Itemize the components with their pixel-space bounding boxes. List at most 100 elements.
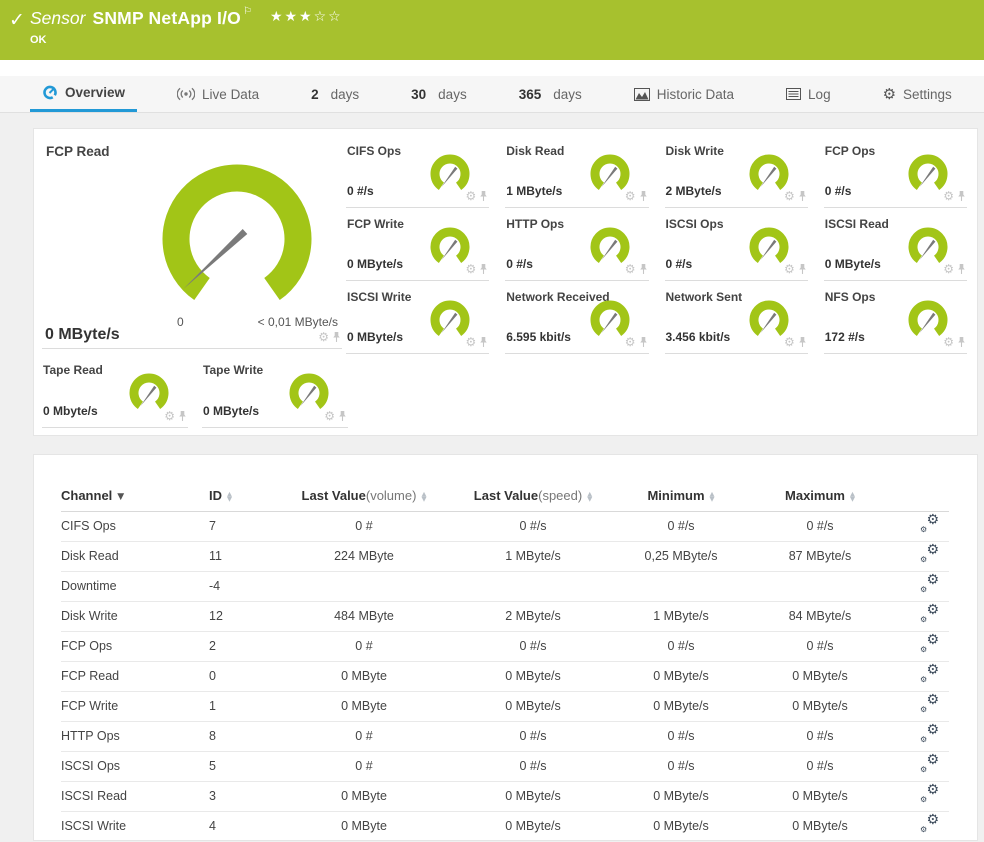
- gauge-tile[interactable]: CIFS Ops 0 #/s ⚙: [346, 135, 490, 208]
- gauge-tile[interactable]: Disk Read 1 MByte/s ⚙: [505, 135, 649, 208]
- pin-icon[interactable]: [957, 263, 966, 275]
- channel-settings-icon[interactable]: ⚙ ⚙: [920, 723, 939, 744]
- channel-settings-icon[interactable]: ⚙ ⚙: [920, 753, 939, 774]
- table-row[interactable]: ISCSI Write 4 0 MByte 0 MByte/s 0 MByte/…: [61, 811, 949, 840]
- table-row[interactable]: ISCSI Ops 5 0 # 0 #/s 0 #/s 0 #/s ⚙ ⚙: [61, 751, 949, 782]
- channel-maximum: 0 MByte/s: [745, 661, 895, 692]
- table-row[interactable]: FCP Write 1 0 MByte 0 MByte/s 0 MByte/s …: [61, 691, 949, 722]
- gear-icon[interactable]: ⚙: [318, 331, 329, 343]
- channel-last-value-volume: 0 #: [279, 631, 449, 662]
- tab-log[interactable]: Log: [774, 76, 843, 112]
- column-header-id[interactable]: ID ▲ ▼: [209, 481, 279, 512]
- pin-icon[interactable]: [798, 263, 807, 275]
- gauge-tile[interactable]: Tape Write 0 MByte/s ⚙: [202, 354, 348, 428]
- gauge-tile[interactable]: HTTP Ops 0 #/s ⚙: [505, 208, 649, 281]
- channel-settings-icon[interactable]: ⚙ ⚙: [920, 573, 939, 594]
- pin-icon[interactable]: [479, 336, 488, 348]
- gauge-tile[interactable]: Disk Write 2 MByte/s ⚙: [664, 135, 808, 208]
- pin-icon[interactable]: [798, 190, 807, 202]
- channel-minimum: 0 MByte/s: [617, 691, 745, 722]
- gauge-tile[interactable]: ISCSI Write 0 MByte/s ⚙: [346, 281, 490, 354]
- gauge-tile[interactable]: Network Received 6.595 kbit/s ⚙: [505, 281, 649, 354]
- pin-icon[interactable]: [639, 190, 648, 202]
- pin-icon[interactable]: [479, 263, 488, 275]
- table-row[interactable]: Downtime -4 ⚙ ⚙: [61, 571, 949, 602]
- gauge-title: CIFS Ops: [347, 144, 402, 158]
- gear-icon[interactable]: ⚙: [625, 263, 636, 275]
- gauge-title: ISCSI Write: [347, 290, 412, 304]
- gauge-tile[interactable]: FCP Write 0 MByte/s ⚙: [346, 208, 490, 281]
- table-row[interactable]: Disk Read 11 224 MByte 1 MByte/s 0,25 MB…: [61, 541, 949, 572]
- channel-last-value-volume: 484 MByte: [279, 601, 449, 632]
- column-header-last-value-volume[interactable]: Last Value(volume) ▲ ▼: [279, 481, 449, 512]
- gauge-tile[interactable]: Tape Read 0 Mbyte/s ⚙: [42, 354, 188, 428]
- pin-icon[interactable]: [338, 410, 347, 422]
- tab-settings[interactable]: ⚙ Settings: [871, 76, 964, 112]
- channel-settings-icon[interactable]: ⚙ ⚙: [920, 513, 939, 534]
- flag-icon[interactable]: ⚐: [243, 6, 252, 17]
- table-row[interactable]: FCP Read 0 0 MByte 0 MByte/s 0 MByte/s 0…: [61, 661, 949, 692]
- tab-2-days[interactable]: 2 days: [299, 76, 371, 112]
- channel-maximum: 84 MByte/s: [745, 601, 895, 632]
- gauge-value: 3.456 kbit/s: [665, 330, 731, 344]
- gear-icon[interactable]: ⚙: [784, 190, 795, 202]
- channel-settings-icon[interactable]: ⚙ ⚙: [920, 813, 939, 834]
- sort-icon: ▲ ▼: [587, 489, 593, 503]
- pin-icon[interactable]: [957, 336, 966, 348]
- gear-icon[interactable]: ⚙: [784, 263, 795, 275]
- channel-settings-icon[interactable]: ⚙ ⚙: [920, 633, 939, 654]
- pin-icon[interactable]: [639, 263, 648, 275]
- gear-icon[interactable]: ⚙: [625, 190, 636, 202]
- channel-id: 1: [209, 691, 279, 722]
- tab-overview[interactable]: Overview: [30, 76, 138, 112]
- gauge-scale-max: < 0,01 MByte/s: [257, 315, 338, 329]
- table-row[interactable]: HTTP Ops 8 0 # 0 #/s 0 #/s 0 #/s ⚙ ⚙: [61, 721, 949, 752]
- table-row[interactable]: FCP Ops 2 0 # 0 #/s 0 #/s 0 #/s ⚙ ⚙: [61, 631, 949, 662]
- channel-settings-icon[interactable]: ⚙ ⚙: [920, 603, 939, 624]
- channel-settings-icon[interactable]: ⚙ ⚙: [920, 663, 939, 684]
- gear-icon[interactable]: ⚙: [465, 190, 476, 202]
- gear-icon[interactable]: ⚙: [465, 263, 476, 275]
- column-header-last-value-speed[interactable]: Last Value(speed) ▲ ▼: [449, 481, 617, 512]
- channel-settings-icon[interactable]: ⚙ ⚙: [920, 693, 939, 714]
- gauge-tile[interactable]: FCP Ops 0 #/s ⚙: [823, 135, 967, 208]
- priority-stars[interactable]: ★★★☆☆: [270, 9, 343, 25]
- table-row[interactable]: ISCSI Read 3 0 MByte 0 MByte/s 0 MByte/s…: [61, 781, 949, 812]
- tab-historic-data[interactable]: Historic Data: [622, 76, 746, 112]
- gear-icon[interactable]: ⚙: [943, 263, 954, 275]
- featured-gauge-tile[interactable]: FCP Read 0 < 0,01 MByte/s 0 MByte/s ⚙: [42, 135, 342, 349]
- gear-icon[interactable]: ⚙: [164, 410, 175, 422]
- gauge-value: 1 MByte/s: [506, 184, 563, 198]
- gear-icon[interactable]: ⚙: [943, 190, 954, 202]
- pin-icon[interactable]: [798, 336, 807, 348]
- gear-icon[interactable]: ⚙: [625, 336, 636, 348]
- channel-last-value-speed: 1 MByte/s: [449, 541, 617, 572]
- gear-icon[interactable]: ⚙: [943, 336, 954, 348]
- channel-name: ISCSI Ops: [61, 751, 209, 782]
- pin-icon[interactable]: [957, 190, 966, 202]
- gear-icon[interactable]: ⚙: [784, 336, 795, 348]
- gear-icon[interactable]: ⚙: [324, 410, 335, 422]
- gauge-tile[interactable]: Network Sent 3.456 kbit/s ⚙: [664, 281, 808, 354]
- pin-icon[interactable]: [178, 410, 187, 422]
- table-row[interactable]: Disk Write 12 484 MByte 2 MByte/s 1 MByt…: [61, 601, 949, 632]
- column-header-minimum[interactable]: Minimum ▲ ▼: [617, 481, 745, 512]
- pin-icon[interactable]: [479, 190, 488, 202]
- pin-icon[interactable]: [639, 336, 648, 348]
- tab-30-days[interactable]: 30 days: [399, 76, 479, 112]
- tab-365-days[interactable]: 365 days: [507, 76, 594, 112]
- column-header-maximum[interactable]: Maximum ▲ ▼: [745, 481, 895, 512]
- gauge-tile[interactable]: ISCSI Ops 0 #/s ⚙: [664, 208, 808, 281]
- channels-table: Channel ▼ ID ▲ ▼ Last Value(volume) ▲ ▼ Last …: [61, 481, 949, 840]
- channel-id: 12: [209, 601, 279, 632]
- gauge-tile[interactable]: NFS Ops 172 #/s ⚙: [823, 281, 967, 354]
- channel-settings-icon[interactable]: ⚙ ⚙: [920, 543, 939, 564]
- gauge-tile[interactable]: ISCSI Read 0 MByte/s ⚙: [823, 208, 967, 281]
- pin-icon[interactable]: [332, 331, 341, 343]
- table-row[interactable]: CIFS Ops 7 0 # 0 #/s 0 #/s 0 #/s ⚙ ⚙: [61, 511, 949, 542]
- gauge-value: 0 MByte/s: [347, 330, 404, 344]
- tab-live-data[interactable]: Live Data: [165, 76, 271, 112]
- channel-settings-icon[interactable]: ⚙ ⚙: [920, 783, 939, 804]
- column-header-channel[interactable]: Channel ▼: [61, 481, 209, 512]
- gear-icon[interactable]: ⚙: [465, 336, 476, 348]
